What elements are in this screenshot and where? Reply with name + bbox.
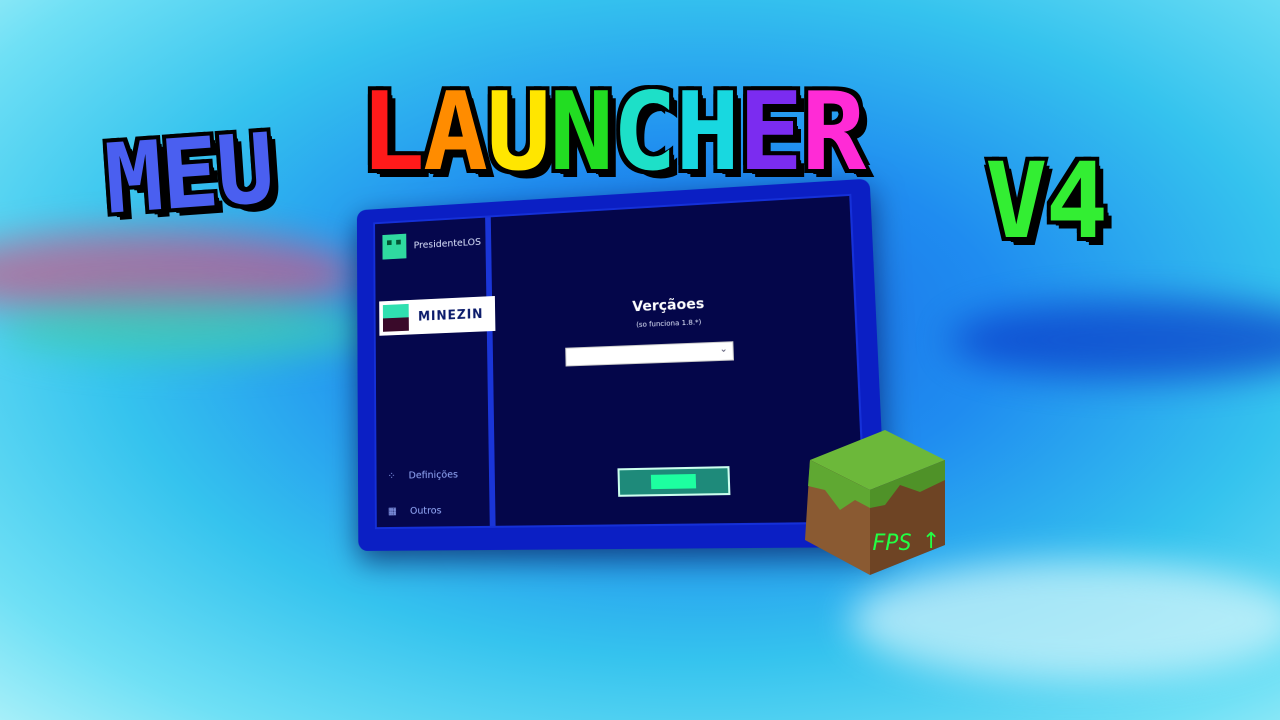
server-logo <box>382 303 409 332</box>
fps-text: FPS <box>872 531 912 556</box>
avatar <box>382 233 407 260</box>
profile[interactable]: PresidenteLOS <box>382 229 482 260</box>
headline-letter: H <box>675 70 740 195</box>
settings-label: Definições <box>408 469 459 482</box>
sidebar-item-others[interactable]: ▦ Outros <box>388 506 442 518</box>
headline-prefix: MEU <box>101 112 277 236</box>
play-button-fill <box>650 473 697 490</box>
others-label: Outros <box>409 505 442 517</box>
headline-letter: A <box>423 70 488 195</box>
chevron-down-icon: ⌄ <box>719 344 728 355</box>
headline-letter: U <box>486 70 551 195</box>
settings-icon: ⁘ <box>387 470 396 482</box>
profile-name: PresidenteLOS <box>413 236 482 251</box>
headline-letter: L <box>360 70 425 195</box>
arrow-up-icon: ↑ <box>922 529 940 554</box>
headline-word: LAUNCHER <box>360 70 866 195</box>
grid-icon: ▦ <box>387 506 397 518</box>
headline-letter: N <box>549 70 614 195</box>
version-select[interactable]: ⌄ <box>565 341 734 367</box>
play-button[interactable] <box>617 466 731 497</box>
headline-letter: C <box>612 70 677 195</box>
server-label: MINEZIN <box>417 306 484 325</box>
sidebar: PresidenteLOS MINEZIN ⁘ Definições ▦ Out… <box>375 217 496 528</box>
grass-block-icon: FPS ↑ <box>805 430 945 575</box>
headline-version: V4 <box>985 140 1108 262</box>
server-button-minezin[interactable]: MINEZIN <box>379 295 496 336</box>
headline-letter: E <box>738 70 803 195</box>
sidebar-item-settings[interactable]: ⁘ Definições <box>388 470 458 482</box>
headline-letter: R <box>801 70 866 195</box>
